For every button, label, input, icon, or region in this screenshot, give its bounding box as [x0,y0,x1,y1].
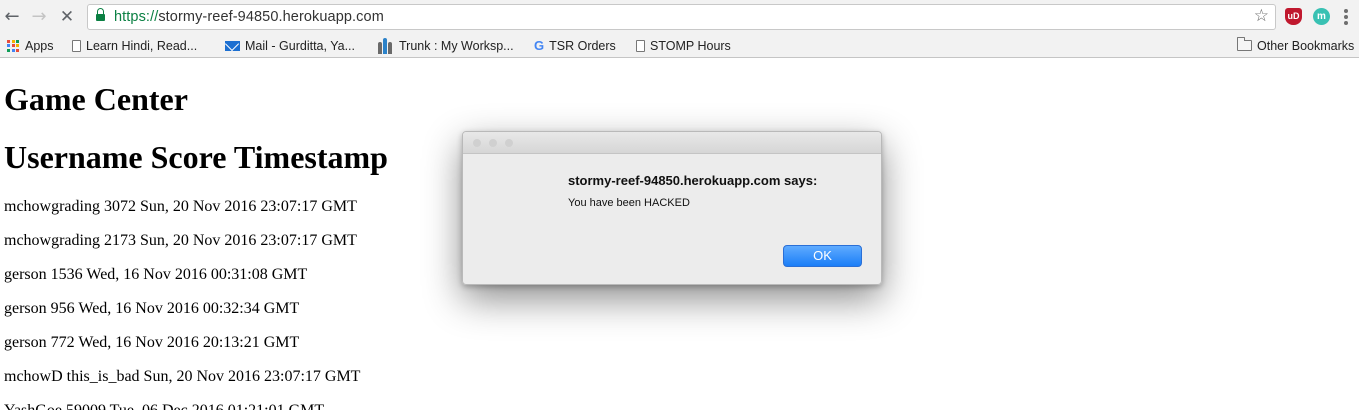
bookmark-star-icon[interactable]: ☆ [1254,6,1269,26]
window-close-icon [473,139,481,147]
ublock-extension-icon[interactable]: uD [1285,8,1302,25]
ok-button[interactable]: OK [783,245,862,267]
bookmark-stomp-hours[interactable]: STOMP Hours [636,37,731,55]
bookmark-label: Apps [25,39,54,53]
address-bar[interactable]: https://stormy-reef-94850.herokuapp.com … [87,4,1276,30]
table-header: Username Score Timestamp [4,139,388,175]
bookmark-label: Mail - Gurditta, Ya... [245,39,355,53]
score-row: gerson 1536 Wed, 16 Nov 2016 00:31:08 GM… [4,266,308,283]
score-row: mchowgrading 2173 Sun, 20 Nov 2016 23:07… [4,232,357,249]
trunk-icon [378,37,394,54]
alert-message: You have been HACKED [568,197,690,209]
mail-icon [225,40,240,51]
alert-heading: stormy-reef-94850.herokuapp.com says: [568,173,818,188]
google-icon: G [534,38,545,53]
alert-dialog: stormy-reef-94850.herokuapp.com says: Yo… [462,131,882,285]
window-zoom-icon [505,139,513,147]
url-scheme: https:// [114,9,159,25]
score-row: mchowgrading 3072 Sun, 20 Nov 2016 23:07… [4,198,357,215]
bookmark-label: Learn Hindi, Read... [86,39,198,53]
bookmark-apps[interactable]: Apps [7,37,54,55]
stop-loading-icon[interactable]: ✕ [57,7,77,27]
secure-lock-icon[interactable] [96,8,105,22]
score-row: gerson 772 Wed, 16 Nov 2016 20:13:21 GMT [4,334,300,351]
score-row: YashGoe 59009 Tue, 06 Dec 2016 01:21:01 … [4,402,324,410]
bookmark-label: Trunk : My Worksp... [399,39,514,53]
bookmark-other-bookmarks[interactable]: Other Bookmarks [1237,37,1354,55]
url-text[interactable]: https://stormy-reef-94850.herokuapp.com [114,9,384,25]
apps-grid-icon [7,39,19,52]
forward-arrow-icon[interactable]: → [29,7,49,27]
bookmark-label: Other Bookmarks [1257,39,1355,53]
browser-menu-icon[interactable] [1344,9,1348,27]
bookmarks-bar: Apps Learn Hindi, Read... Mail - Gurditt… [0,34,1359,58]
score-row: mchowD this_is_bad Sun, 20 Nov 2016 23:0… [4,368,361,385]
bookmark-tsr-orders[interactable]: G TSR Orders [534,37,616,55]
folder-icon [1237,37,1252,52]
page-icon [72,39,81,52]
bookmark-learn-hindi[interactable]: Learn Hindi, Read... [72,37,197,55]
alert-titlebar [463,132,881,154]
bookmark-label: TSR Orders [549,39,616,53]
page-icon [636,39,645,52]
page-title: Game Center [4,81,188,117]
browser-toolbar: ← → ✕ https://stormy-reef-94850.herokuap… [0,0,1359,34]
score-row: gerson 956 Wed, 16 Nov 2016 00:32:34 GMT [4,300,300,317]
bookmark-label: STOMP Hours [650,39,731,53]
back-arrow-icon[interactable]: ← [2,7,22,27]
window-minimize-icon [489,139,497,147]
bookmark-mail[interactable]: Mail - Gurditta, Ya... [225,37,355,55]
bookmark-trunk[interactable]: Trunk : My Worksp... [378,37,514,55]
url-host: stormy-reef-94850.herokuapp.com [158,9,384,25]
m-extension-icon[interactable]: m [1313,8,1330,25]
